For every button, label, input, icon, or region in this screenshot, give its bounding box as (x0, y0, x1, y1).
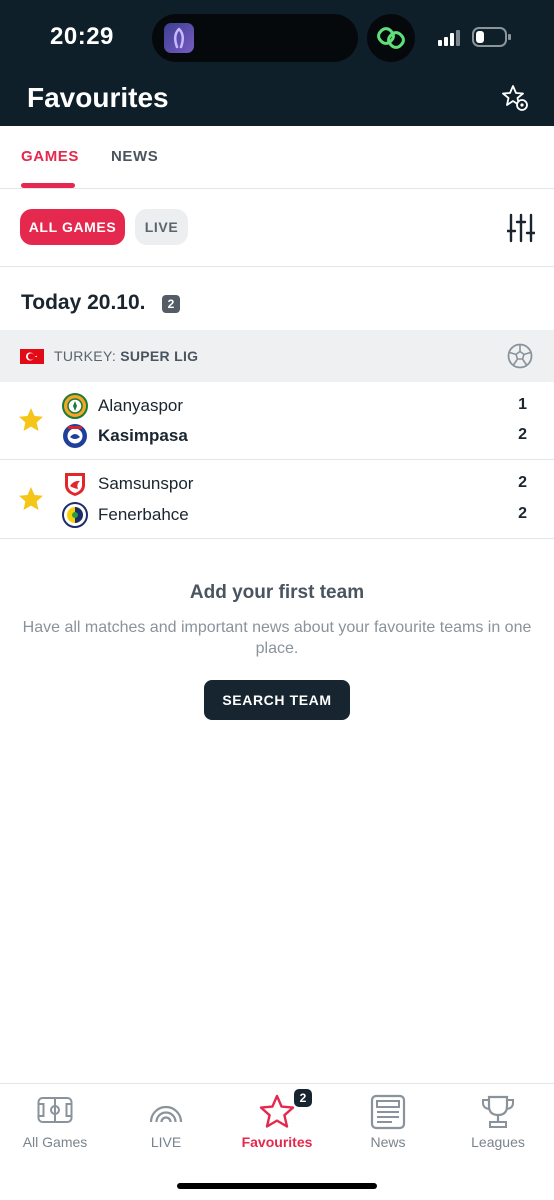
team-score: 2 (518, 426, 527, 443)
match-row[interactable]: Samsunspor 2 Fenerbahce 2 (0, 461, 554, 539)
nav-label: Leagues (471, 1134, 525, 1150)
tab-games[interactable]: GAMES (21, 148, 79, 165)
team-name: Kasimpasa (98, 426, 188, 445)
empty-state-title: Add your first team (189, 582, 365, 603)
favourite-star-icon[interactable] (17, 485, 45, 513)
trophy-icon (482, 1095, 514, 1128)
nav-label: LIVE (150, 1134, 182, 1150)
match-row[interactable]: Alanyaspor 1 Kasimpasa 2 (0, 382, 554, 460)
pitch-icon (37, 1097, 73, 1123)
all-games-chip[interactable]: ALL GAMES (20, 209, 125, 245)
turkey-flag-icon (20, 349, 44, 364)
link-activity-icon (367, 14, 415, 62)
status-time: 20:29 (50, 23, 114, 50)
nav-leagues[interactable]: Leagues (443, 1084, 553, 1164)
sliders-icon[interactable] (507, 213, 535, 243)
tab-news[interactable]: NEWS (111, 148, 158, 165)
nav-label: Favourites (241, 1134, 313, 1150)
league-header[interactable]: TURKEY: SUPER LIG (0, 330, 554, 382)
nav-live[interactable]: LIVE (111, 1084, 221, 1164)
team-name: Samsunspor (98, 474, 194, 493)
favourites-count-badge: 2 (294, 1089, 312, 1107)
star-gear-icon[interactable] (500, 83, 530, 113)
signal-icon (438, 30, 460, 46)
team-name: Fenerbahce (98, 505, 189, 524)
team-name: Alanyaspor (98, 396, 184, 415)
date-heading: Today 20.10. (21, 291, 146, 314)
nav-all-games[interactable]: All Games (0, 1084, 110, 1164)
active-tab-indicator (21, 183, 75, 188)
filter-row: ALL GAMES LIVE (0, 189, 554, 267)
star-icon (259, 1094, 295, 1128)
league-country: TURKEY: (54, 348, 117, 364)
dynamic-island (152, 14, 358, 62)
home-team: Alanyaspor 1 (62, 393, 542, 419)
team-score: 2 (518, 474, 527, 491)
nav-news[interactable]: News (333, 1084, 443, 1164)
soccer-ball-icon (507, 343, 533, 369)
league-title: SUPER LIG (120, 348, 199, 364)
away-team: Fenerbahce 2 (62, 502, 542, 528)
team-score: 2 (518, 505, 527, 522)
fenerbahce-logo-icon (62, 502, 88, 528)
favourite-star-icon[interactable] (17, 406, 45, 434)
app-header: 20:29 Favourites (0, 0, 554, 126)
tab-bar: GAMES NEWS (0, 126, 554, 189)
team-score: 1 (518, 396, 527, 413)
live-chip[interactable]: LIVE (135, 209, 188, 245)
battery-icon (472, 27, 511, 47)
samsunspor-logo-icon (65, 473, 85, 496)
search-team-button[interactable]: SEARCH TEAM (204, 680, 350, 720)
games-count-badge: 2 (162, 295, 180, 313)
away-team: Kasimpasa 2 (62, 423, 542, 449)
kasimpasa-logo-icon (63, 424, 87, 448)
home-team: Samsunspor 2 (62, 471, 542, 497)
home-indicator (177, 1183, 377, 1189)
nav-favourites[interactable]: Favourites (222, 1084, 332, 1164)
live-activity-app-icon (164, 23, 194, 53)
page-title: Favourites (27, 82, 169, 113)
nav-label: News (370, 1134, 406, 1150)
news-icon (370, 1094, 406, 1130)
nav-label: All Games (22, 1134, 88, 1150)
live-icon (149, 1105, 183, 1123)
league-name: TURKEY: SUPER LIG (54, 348, 198, 364)
empty-state-text: Have all matches and important news abou… (22, 619, 532, 657)
alanyaspor-logo-icon (62, 393, 88, 419)
